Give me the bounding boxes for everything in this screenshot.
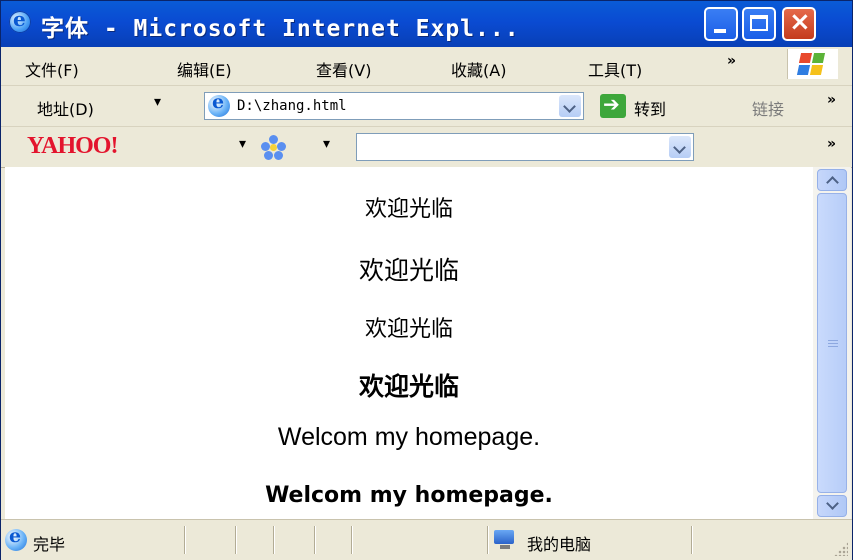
menu-overflow-chevron[interactable]: » [727,53,736,69]
yahoo-overflow-chevron[interactable]: » [827,136,836,152]
chevron-down-icon[interactable] [559,95,581,117]
yahoo-search-input[interactable] [356,133,694,161]
yahoo-toolbar: YAHOO! ▾ ▾ » [1,127,852,168]
menu-tools[interactable]: 工具(T) [588,57,642,81]
close-icon: × [789,7,811,37]
links-button[interactable]: 链接 [752,96,784,120]
title-bar[interactable]: 字体 - Microsoft Internet Expl... × [1,1,852,47]
resize-grip-icon[interactable] [834,542,848,556]
maximize-icon [750,15,768,31]
status-divider [273,526,275,554]
yahoo-dropdown-icon[interactable]: ▾ [239,136,246,152]
homepage-text: Welcom my homepage. [277,423,541,451]
page-content: 欢迎光临 欢迎光临 欢迎光临 欢迎光临 Welcom my homepage. … [5,167,813,519]
status-text: 完毕 [33,535,66,554]
menu-edit[interactable]: 编辑(E) [177,57,232,81]
address-label: 地址(D) [37,100,94,119]
address-toolbar-dropdown-icon[interactable]: ▾ [154,94,161,110]
security-zone: 我的电脑 [527,535,592,554]
welcome-text: 欢迎光临 [364,317,453,342]
status-bar: 完毕 我的电脑 [1,519,852,560]
maximize-button[interactable] [742,7,776,41]
menu-view[interactable]: 查看(V) [316,57,371,81]
menu-favorites[interactable]: 收藏(A) [451,57,506,81]
status-divider [351,526,353,554]
menu-bar: 文件(F) 编辑(E) 查看(V) 收藏(A) 工具(T) » [1,47,852,86]
page-ie-icon [208,91,230,117]
flower-dropdown-icon[interactable]: ▾ [323,136,330,152]
go-arrow-icon[interactable] [600,92,626,118]
address-input[interactable]: D:\zhang.html [204,91,584,120]
window-title: 字体 - Microsoft Internet Expl... [41,16,520,42]
status-divider [235,526,237,554]
grip-icon [828,340,838,341]
flower-icon[interactable] [261,135,287,161]
scroll-down-button[interactable] [817,495,847,517]
chevron-down-icon[interactable] [669,136,691,158]
scroll-thumb[interactable] [817,193,847,493]
status-divider [487,526,489,554]
links-overflow-chevron[interactable]: » [827,92,836,108]
status-ie-icon [5,525,27,551]
scroll-up-button[interactable] [817,169,847,191]
status-divider [691,526,693,554]
minimize-button[interactable] [704,7,738,41]
menu-file[interactable]: 文件(F) [25,57,79,81]
status-divider [314,526,316,554]
minimize-icon [714,29,726,33]
yahoo-logo[interactable]: YAHOO! [27,133,118,160]
windows-logo-icon [787,49,838,79]
address-value: D:\zhang.html [237,98,347,114]
vertical-scrollbar[interactable] [813,167,851,519]
monitor-icon [494,530,516,550]
status-divider [184,526,186,554]
homepage-text-bold: Welcom my homepage. [265,483,553,508]
browser-window: 字体 - Microsoft Internet Expl... × 文件(F) … [0,0,853,560]
welcome-text-bold: 欢迎光临 [358,372,459,401]
address-bar: 地址(D) ▾ D:\zhang.html 转到 链接 » [1,86,852,127]
close-button[interactable]: × [782,7,816,41]
go-button[interactable]: 转到 [634,96,666,120]
welcome-text: 欢迎光临 [358,257,459,285]
welcome-text: 欢迎光临 [364,197,453,222]
ie-icon[interactable] [9,7,31,33]
